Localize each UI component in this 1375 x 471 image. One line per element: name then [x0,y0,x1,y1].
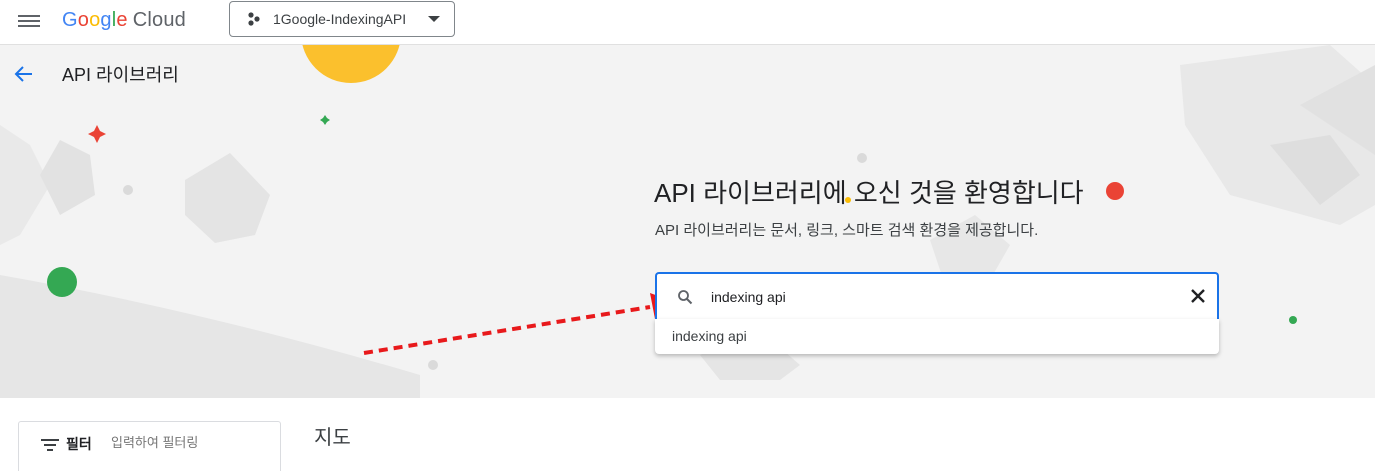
close-icon[interactable] [1189,287,1207,305]
filter-icon [41,439,59,451]
dropdown-caret-icon [428,16,440,22]
page-title: API 라이브러리 [62,65,179,85]
filter-panel: 필터 [18,421,281,471]
google-cloud-logo[interactable]: Google Cloud [62,9,186,32]
project-dots-icon [248,12,260,26]
filter-input[interactable] [109,434,273,451]
annotation-arrow [363,305,651,355]
api-search-box [655,272,1219,319]
hero-banner: API 라이브러리 API 라이브러리에 오신 것을 환영합니다 API 라이브… [0,45,1375,398]
search-icon [678,290,693,305]
menu-icon[interactable] [18,12,40,30]
suggestion-item[interactable]: indexing api [672,328,747,344]
section-title-maps: 지도 [314,427,351,449]
search-suggestions: indexing api [655,319,1219,354]
project-name: 1Google-IndexingAPI [273,11,407,27]
top-bar: Google Cloud 1Google-IndexingAPI [0,0,1375,45]
filter-label: 필터 [66,436,92,452]
search-input[interactable] [709,285,1163,309]
welcome-subtitle: API 라이브러리는 문서, 링크, 스마트 검색 환경을 제공합니다. [655,222,1039,239]
logo-cloud-text: Cloud [132,9,186,31]
project-selector[interactable]: 1Google-IndexingAPI [229,1,455,37]
welcome-heading: API 라이브러리에 오신 것을 환영합니다 [654,178,1084,208]
back-arrow-icon[interactable] [12,63,34,85]
